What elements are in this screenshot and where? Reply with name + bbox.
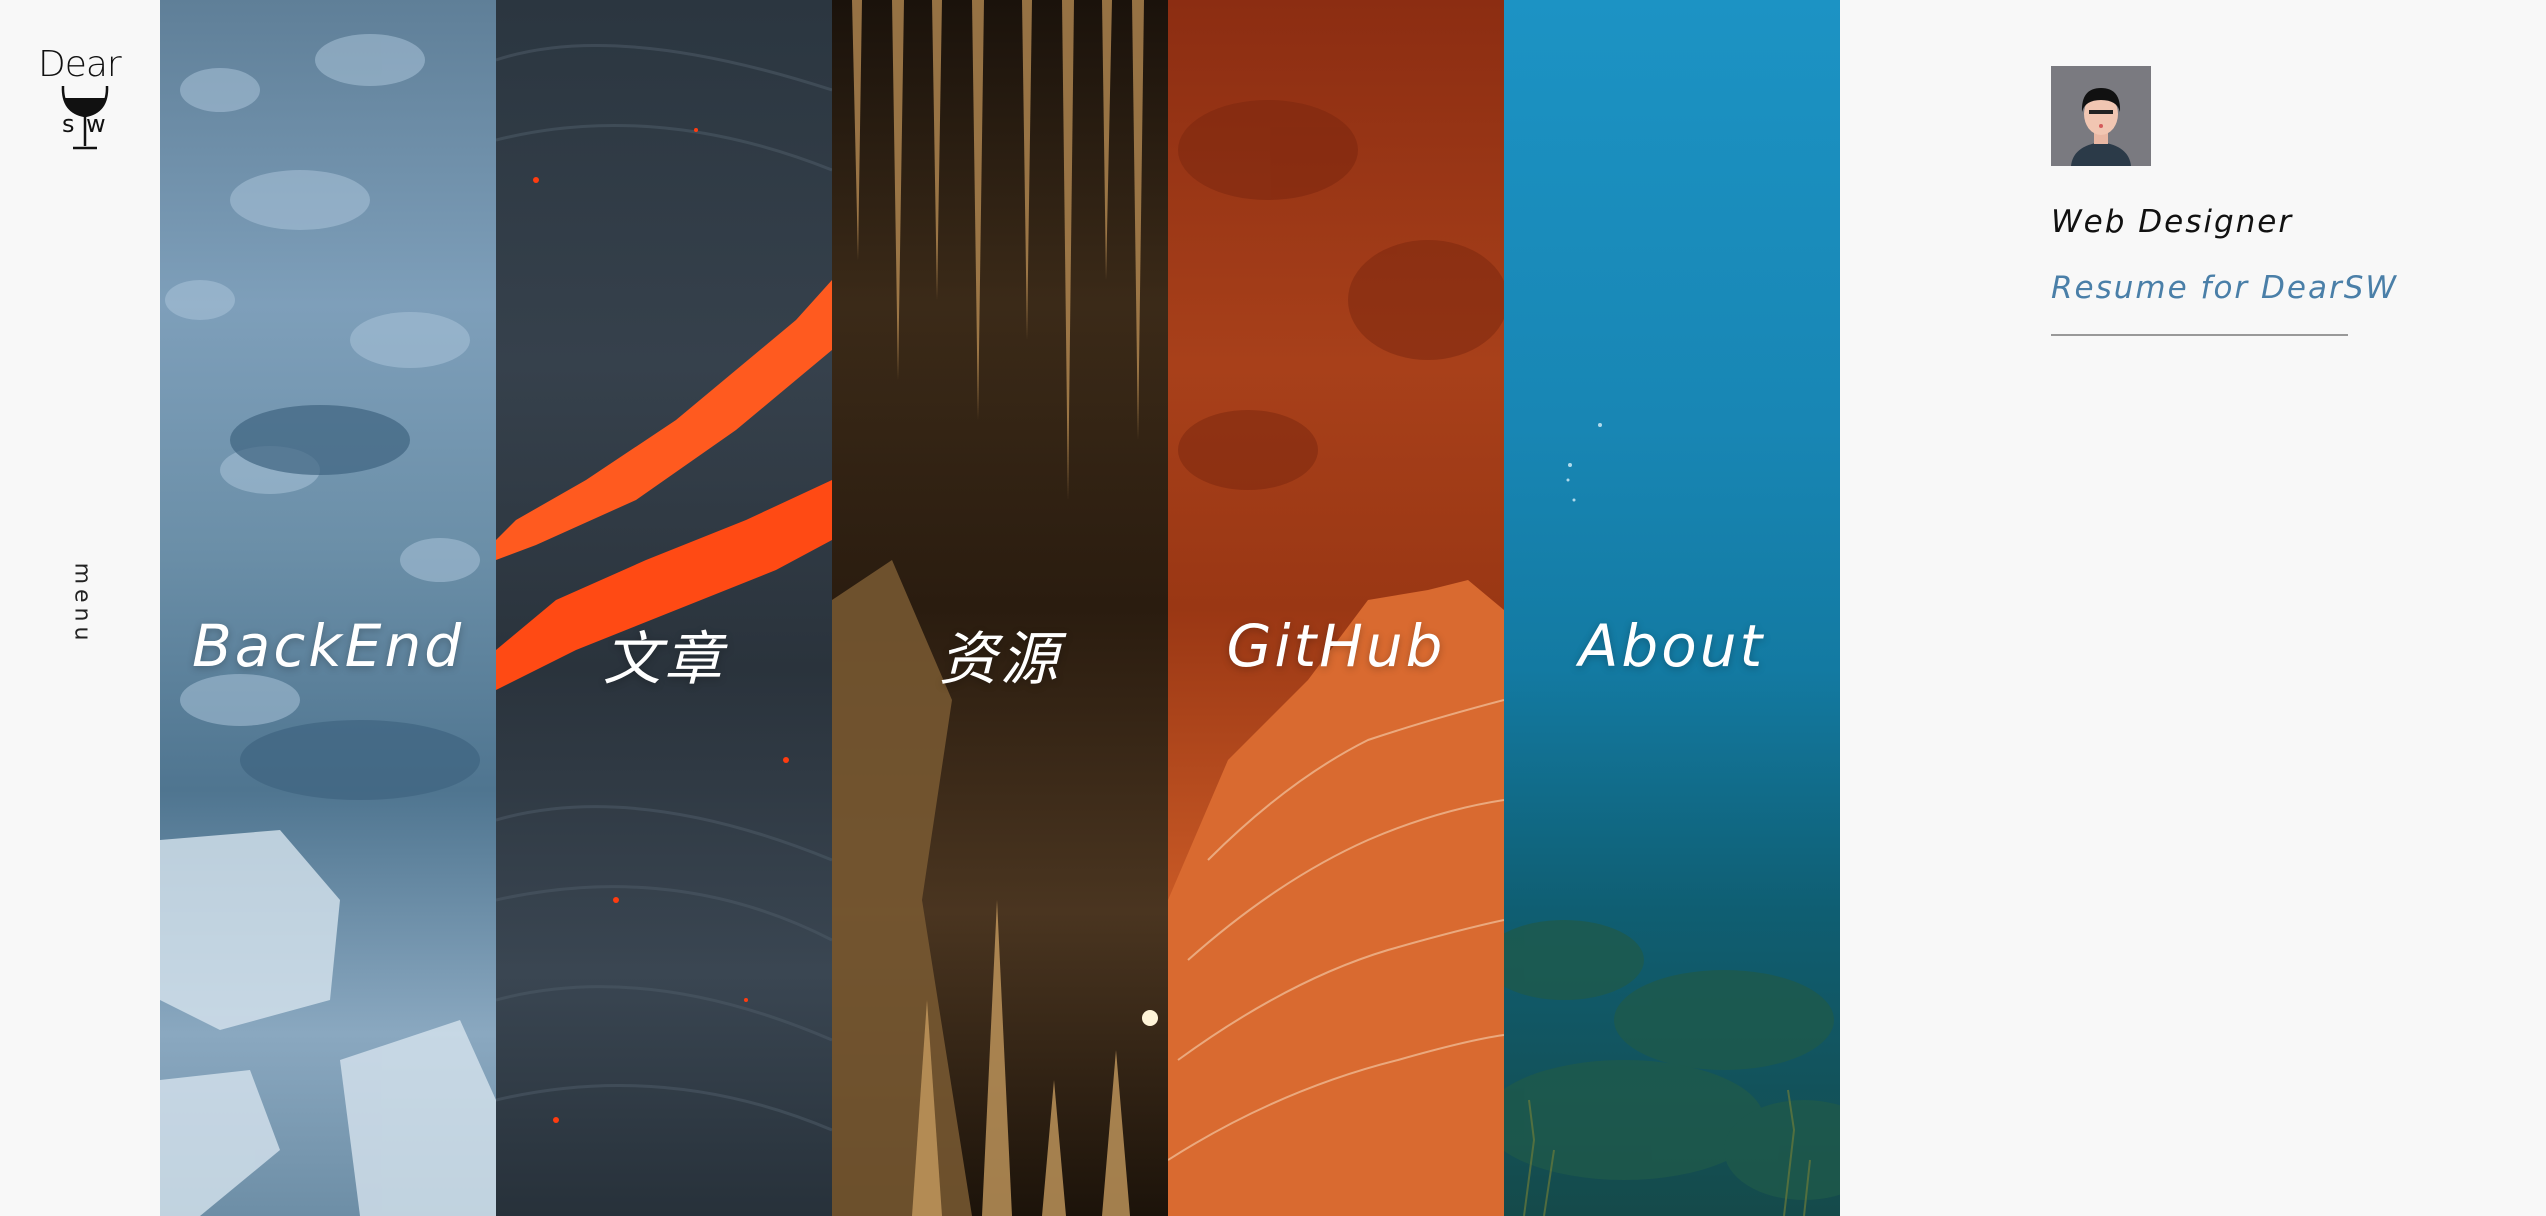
cave-texture [832, 0, 1158, 1216]
glacier-texture [160, 34, 496, 1216]
avatar [2051, 66, 2151, 166]
logo-letter-s: s [62, 110, 75, 138]
panel-label: 文章 [602, 625, 725, 693]
link-underline [2051, 334, 2348, 336]
panel-label: BackEnd [191, 612, 465, 680]
left-sidebar: Dear s w menu [0, 0, 160, 1216]
panel-articles[interactable]: 文章 [496, 0, 832, 1216]
person-avatar-icon [2051, 66, 2151, 166]
profile-section: Web Designer Resume for DearSW [1840, 0, 2546, 1216]
job-title: Web Designer [2051, 204, 2294, 240]
ocean-texture [1504, 423, 1840, 1216]
site-logo[interactable]: Dear s w [36, 44, 132, 154]
panel-label: About [1578, 612, 1766, 680]
panel-github[interactable]: GitHub [1168, 0, 1504, 1216]
panel-backend[interactable]: BackEnd [160, 0, 496, 1216]
panel-label: 资源 [938, 625, 1061, 693]
menu-toggle[interactable]: menu [70, 563, 95, 646]
resume-link[interactable]: Resume for DearSW [2051, 270, 2398, 306]
lava-texture [496, 43, 832, 1132]
logo-letter-w: w [86, 110, 106, 138]
red-rock-texture [1168, 100, 1504, 1216]
logo-text: Dear [38, 44, 122, 85]
panel-about[interactable]: About [1504, 0, 1840, 1216]
panel-label: GitHub [1226, 612, 1446, 680]
panel-resources[interactable]: 资源 [832, 0, 1168, 1216]
